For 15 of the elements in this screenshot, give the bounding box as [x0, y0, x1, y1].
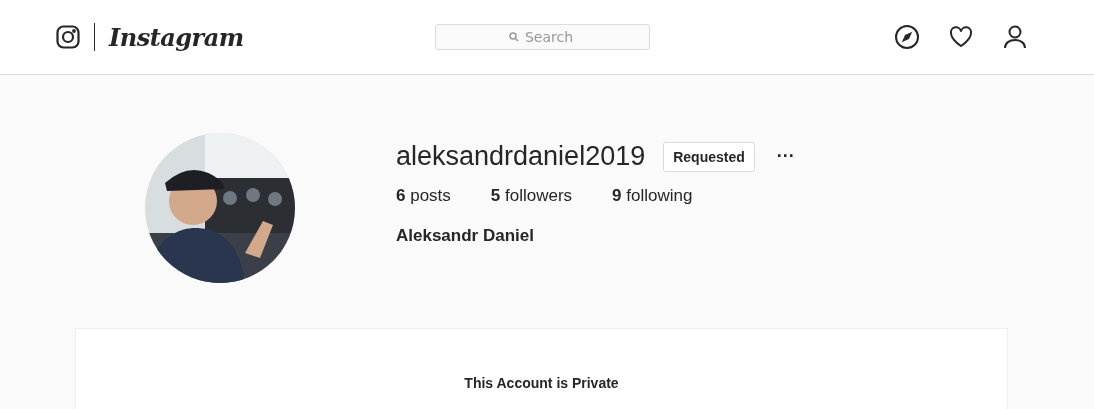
username: aleksandrdaniel2019: [396, 141, 646, 172]
camera-icon[interactable]: [56, 25, 80, 49]
stat-count[interactable]: 6 posts: [396, 186, 451, 206]
full-name: Aleksandr Daniel: [396, 226, 535, 246]
private-notice-title: This Account is Private: [464, 375, 619, 393]
stat-count[interactable]: 9 following: [612, 186, 693, 206]
search-field[interactable]: Search: [434, 24, 650, 50]
wordmark[interactable]: Instagram: [109, 22, 244, 52]
heart-icon[interactable]: [948, 24, 974, 50]
stat-count[interactable]: 5 followers: [490, 186, 573, 206]
search-icon: [508, 32, 519, 42]
person-icon[interactable]: [1002, 24, 1028, 50]
more-options-button[interactable]: ···: [772, 146, 799, 167]
requested-button[interactable]: Requested: [663, 141, 755, 172]
compass-icon[interactable]: [894, 24, 920, 50]
